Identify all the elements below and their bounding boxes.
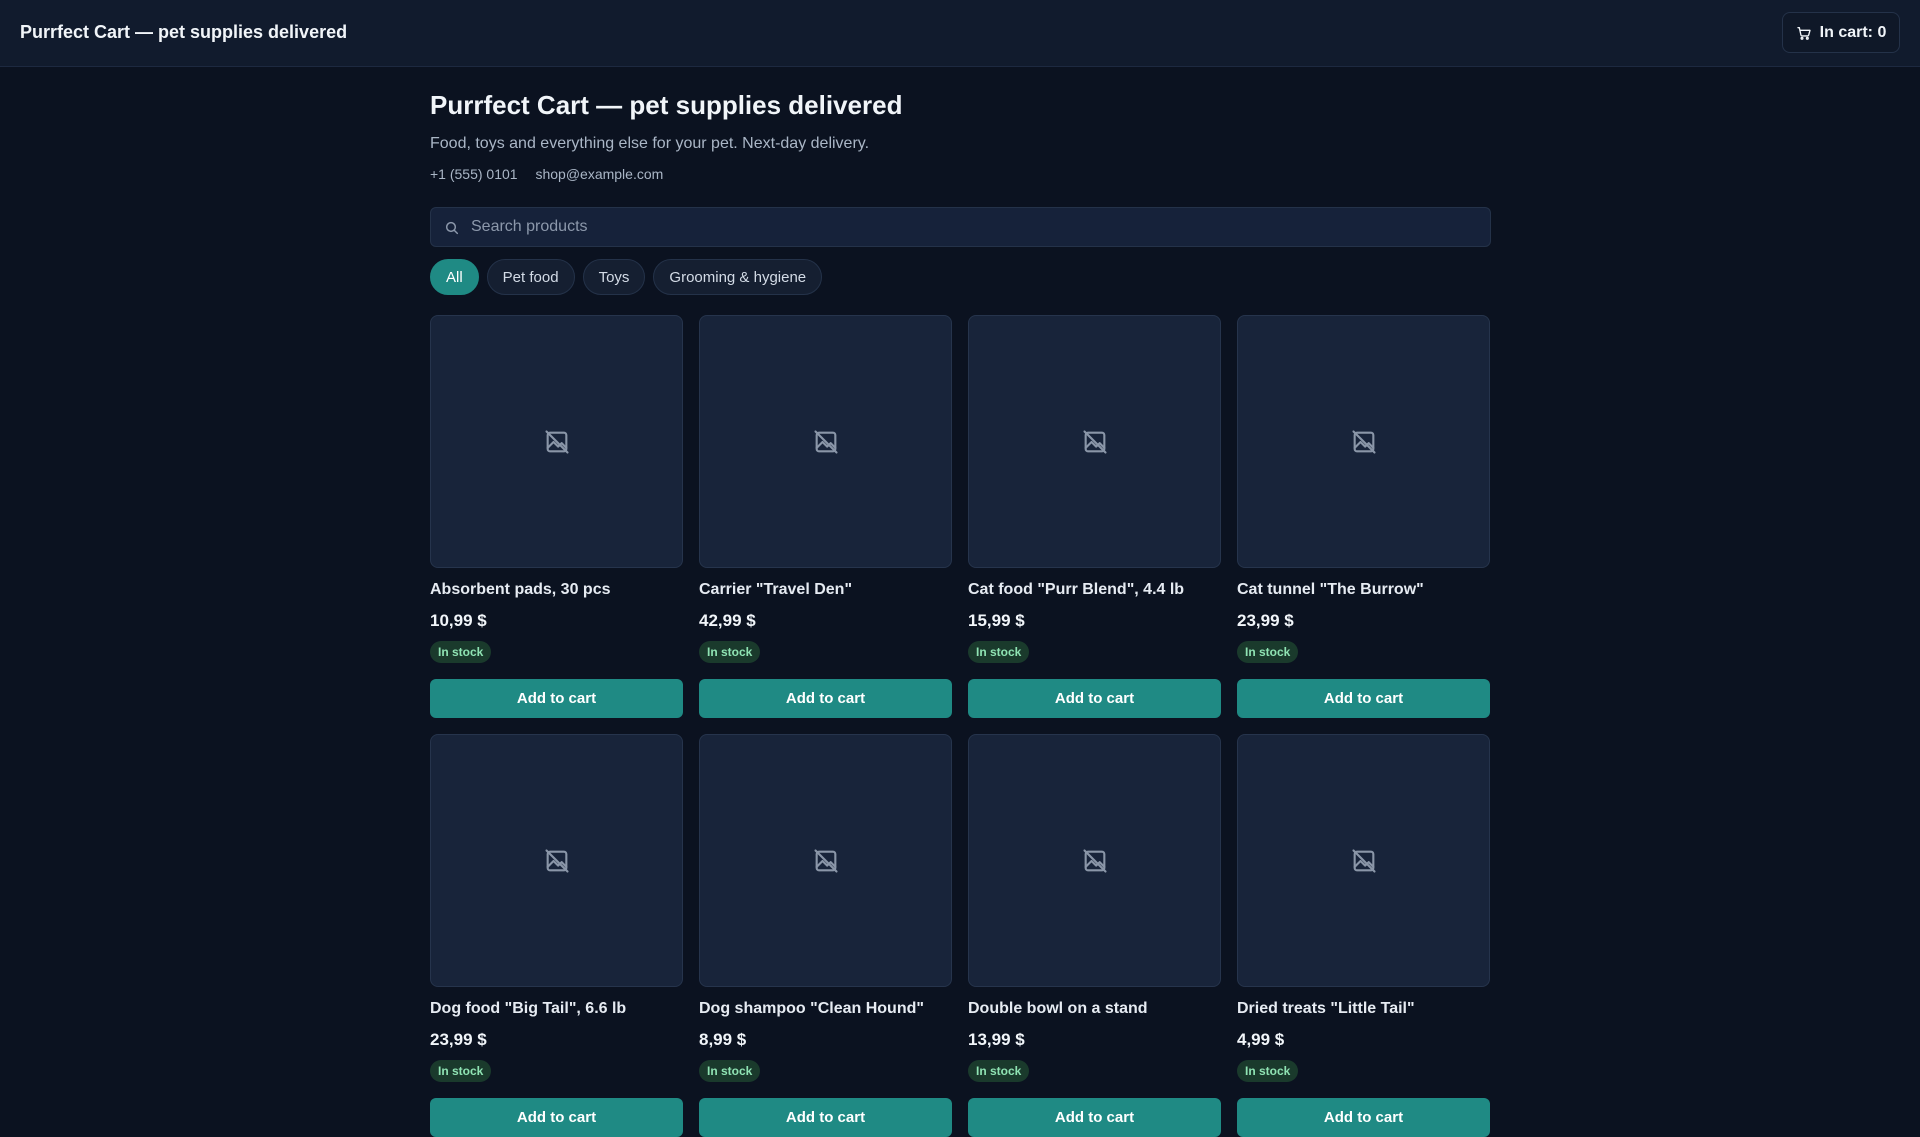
- product-price: 42,99 $: [699, 611, 756, 630]
- product-price: 4,99 $: [1237, 1030, 1285, 1049]
- phone-number: +1 (555) 0101: [430, 166, 518, 182]
- product-name: Double bowl on a stand: [968, 1000, 1148, 1017]
- product-card: Dog food "Big Tail", 6.6 lb 23,99 $ In s…: [430, 734, 683, 1137]
- top-bar: Purrfect Cart — pet supplies delivered I…: [0, 0, 1920, 67]
- product-name: Dog shampoo "Clean Hound": [699, 1000, 924, 1017]
- product-image-placeholder[interactable]: [968, 734, 1221, 987]
- cart-icon: [1796, 26, 1811, 40]
- product-image-placeholder[interactable]: [1237, 734, 1490, 987]
- add-to-cart-button[interactable]: Add to cart: [1237, 679, 1490, 718]
- stock-badge: In stock: [1237, 1060, 1299, 1082]
- stock-badge: In stock: [1237, 641, 1299, 663]
- product-image-placeholder[interactable]: [968, 315, 1221, 568]
- product-image-placeholder[interactable]: [1237, 315, 1490, 568]
- category-filters: All Pet food Toys Grooming & hygiene: [430, 259, 823, 295]
- product-price: 13,99 $: [968, 1030, 1025, 1049]
- stock-badge: In stock: [699, 641, 761, 663]
- search-box[interactable]: [430, 207, 1491, 247]
- image-off-icon: [813, 848, 838, 873]
- product-name: Cat tunnel "The Burrow": [1237, 581, 1424, 598]
- image-off-icon: [813, 429, 838, 454]
- image-off-icon: [1082, 429, 1107, 454]
- cart-button[interactable]: In cart: 0: [1782, 12, 1900, 53]
- add-to-cart-button[interactable]: Add to cart: [430, 679, 683, 718]
- product-grid: Absorbent pads, 30 pcs 10,99 $ In stock …: [430, 315, 1491, 1137]
- product-image-placeholder[interactable]: [699, 315, 952, 568]
- product-card: Dog shampoo "Clean Hound" 8,99 $ In stoc…: [699, 734, 952, 1137]
- add-to-cart-button[interactable]: Add to cart: [968, 679, 1221, 718]
- add-to-cart-button[interactable]: Add to cart: [699, 679, 952, 718]
- product-name: Carrier "Travel Den": [699, 581, 853, 598]
- image-off-icon: [544, 429, 569, 454]
- product-card: Carrier "Travel Den" 42,99 $ In stock Ad…: [699, 315, 952, 718]
- product-card: Double bowl on a stand 13,99 $ In stock …: [968, 734, 1221, 1137]
- filter-chip-pet-food[interactable]: Pet food: [486, 259, 575, 295]
- product-image-placeholder[interactable]: [430, 734, 683, 987]
- stock-badge: In stock: [968, 1060, 1030, 1082]
- filter-chip-grooming[interactable]: Grooming & hygiene: [653, 259, 823, 295]
- product-image-placeholder[interactable]: [430, 315, 683, 568]
- email-address: shop@example.com: [535, 166, 664, 182]
- brand-title[interactable]: Purrfect Cart — pet supplies delivered: [20, 22, 347, 43]
- cart-count-label: In cart: 0: [1819, 23, 1887, 41]
- stock-badge: In stock: [430, 641, 492, 663]
- product-price: 23,99 $: [1237, 611, 1294, 630]
- search-icon: [445, 221, 459, 235]
- product-price: 8,99 $: [699, 1030, 747, 1049]
- page-subtitle: Food, toys and everything else for your …: [430, 135, 870, 152]
- product-image-placeholder[interactable]: [699, 734, 952, 987]
- product-price: 23,99 $: [430, 1030, 487, 1049]
- product-price: 10,99 $: [430, 611, 487, 630]
- add-to-cart-button[interactable]: Add to cart: [968, 1098, 1221, 1137]
- add-to-cart-button[interactable]: Add to cart: [1237, 1098, 1490, 1137]
- product-card: Cat tunnel "The Burrow" 23,99 $ In stock…: [1237, 315, 1490, 718]
- filter-chip-all[interactable]: All: [430, 259, 479, 295]
- contact-info: +1 (555) 0101 shop@example.com: [430, 166, 663, 182]
- product-name: Dried treats "Little Tail": [1237, 1000, 1415, 1017]
- image-off-icon: [1351, 429, 1376, 454]
- product-name: Dog food "Big Tail", 6.6 lb: [430, 1000, 627, 1017]
- search-input[interactable]: [471, 208, 1471, 246]
- product-card: Dried treats "Little Tail" 4,99 $ In sto…: [1237, 734, 1490, 1137]
- image-off-icon: [1082, 848, 1107, 873]
- page-title: Purrfect Cart — pet supplies delivered: [430, 90, 903, 120]
- stock-badge: In stock: [699, 1060, 761, 1082]
- stock-badge: In stock: [968, 641, 1030, 663]
- add-to-cart-button[interactable]: Add to cart: [430, 1098, 683, 1137]
- image-off-icon: [544, 848, 569, 873]
- product-card: Cat food "Purr Blend", 4.4 lb 15,99 $ In…: [968, 315, 1221, 718]
- product-name: Cat food "Purr Blend", 4.4 lb: [968, 581, 1185, 598]
- add-to-cart-button[interactable]: Add to cart: [699, 1098, 952, 1137]
- image-off-icon: [1351, 848, 1376, 873]
- stock-badge: In stock: [430, 1060, 492, 1082]
- product-name: Absorbent pads, 30 pcs: [430, 581, 611, 598]
- product-price: 15,99 $: [968, 611, 1025, 630]
- product-card: Absorbent pads, 30 pcs 10,99 $ In stock …: [430, 315, 683, 718]
- filter-chip-toys[interactable]: Toys: [582, 259, 646, 295]
